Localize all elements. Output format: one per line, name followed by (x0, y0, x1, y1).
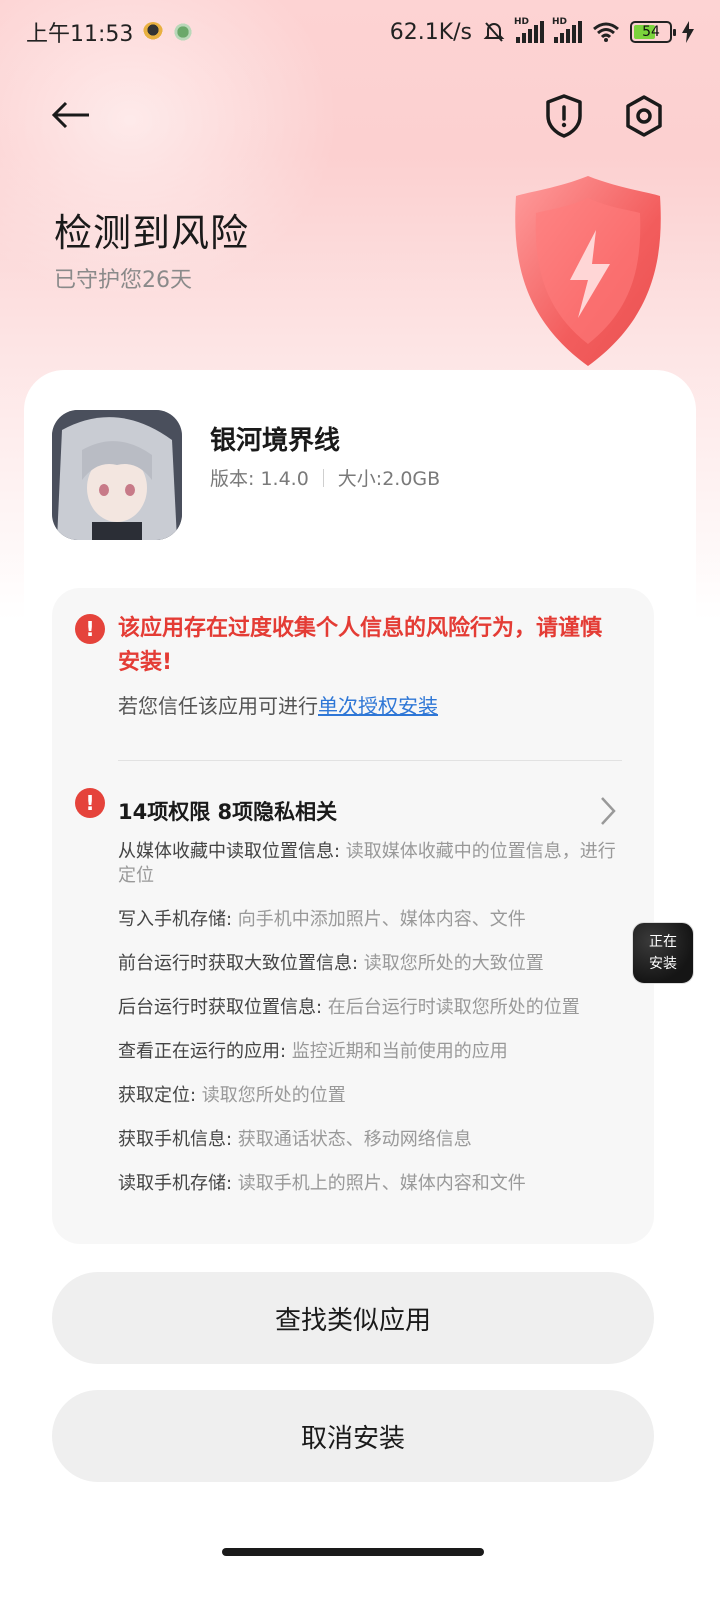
app-icon (52, 410, 182, 540)
network-speed: 62.1K/s (389, 19, 472, 45)
permission-item: 从媒体收藏中读取位置信息: 读取媒体收藏中的位置信息，进行定位 (118, 841, 616, 886)
shield-alert-icon (546, 94, 582, 138)
notification-app-icon (173, 22, 194, 42)
risk-shield-illustration (515, 176, 661, 366)
status-time: 上午11:53 (26, 22, 134, 47)
wifi-icon (593, 22, 619, 42)
permission-item: 写入手机存储: 向手机中添加照片、媒体内容、文件 (118, 909, 526, 930)
gear-icon (626, 95, 662, 137)
page-title: 检测到风险 (54, 211, 250, 255)
back-button[interactable] (46, 92, 96, 138)
permission-item: 读取手机存储: 读取手机上的照片、媒体内容和文件 (118, 1173, 526, 1194)
app-meta: 版本: 1.4.0 大小:2.0GB (210, 464, 440, 491)
permission-item: 后台运行时获取位置信息: 在后台运行时读取您所处的位置 (118, 997, 580, 1018)
protection-days: 已守护您26天 (54, 268, 192, 293)
find-similar-apps-button[interactable]: 查找类似应用 (52, 1272, 654, 1364)
app-name: 银河境界线 (210, 426, 341, 456)
permission-item: 查看正在运行的应用: 监控近期和当前使用的应用 (118, 1041, 508, 1062)
battery-level: 54 (642, 24, 660, 40)
security-center-button[interactable] (540, 92, 588, 140)
installing-label-line1: 正在 (649, 934, 677, 950)
arrow-left-icon (51, 101, 89, 129)
status-bar: 上午11:53 62.1K/s HD HD 54 (0, 0, 720, 64)
trust-install-line: 若您信任该应用可进行 单次授权安装 (118, 690, 438, 719)
signal-hd-icon: HD (514, 17, 544, 43)
permission-list: 从媒体收藏中读取位置信息: 读取媒体收藏中的位置信息，进行定位 写入手机存储: … (118, 840, 628, 1216)
alert-icon: ! (75, 614, 105, 644)
chevron-right-icon[interactable] (596, 794, 620, 828)
settings-button[interactable] (620, 92, 668, 140)
permission-item: 获取手机信息: 获取通话状态、移动网络信息 (118, 1129, 472, 1150)
divider (118, 760, 622, 761)
home-indicator[interactable] (222, 1548, 484, 1556)
notification-app-icon (143, 22, 164, 42)
installing-floating-badge[interactable]: 正在 安装 (632, 922, 694, 984)
signal-hd-icon: HD (552, 17, 582, 43)
permissions-summary[interactable]: 14项权限 8项隐私相关 (118, 796, 337, 826)
single-authorization-install-link[interactable]: 单次授权安装 (318, 690, 438, 719)
meta-divider (322, 468, 324, 487)
app-version: 版本: 1.4.0 (210, 468, 309, 490)
battery-icon: 54 (630, 21, 676, 43)
charging-icon (682, 21, 694, 43)
permission-item: 获取定位: 读取您所处的位置 (118, 1085, 346, 1106)
alert-icon: ! (75, 788, 105, 818)
cancel-install-button[interactable]: 取消安装 (52, 1390, 654, 1482)
app-size: 大小:2.0GB (337, 468, 441, 490)
risk-warning-message: 该应用存在过度收集个人信息的风险行为，请谨慎安装! (118, 616, 603, 675)
mute-bell-icon (483, 22, 505, 42)
installing-label-line2: 安装 (649, 956, 677, 972)
trust-prefix: 若您信任该应用可进行 (118, 694, 318, 718)
permission-item: 前台运行时获取大致位置信息: 读取您所处的大致位置 (118, 953, 544, 974)
